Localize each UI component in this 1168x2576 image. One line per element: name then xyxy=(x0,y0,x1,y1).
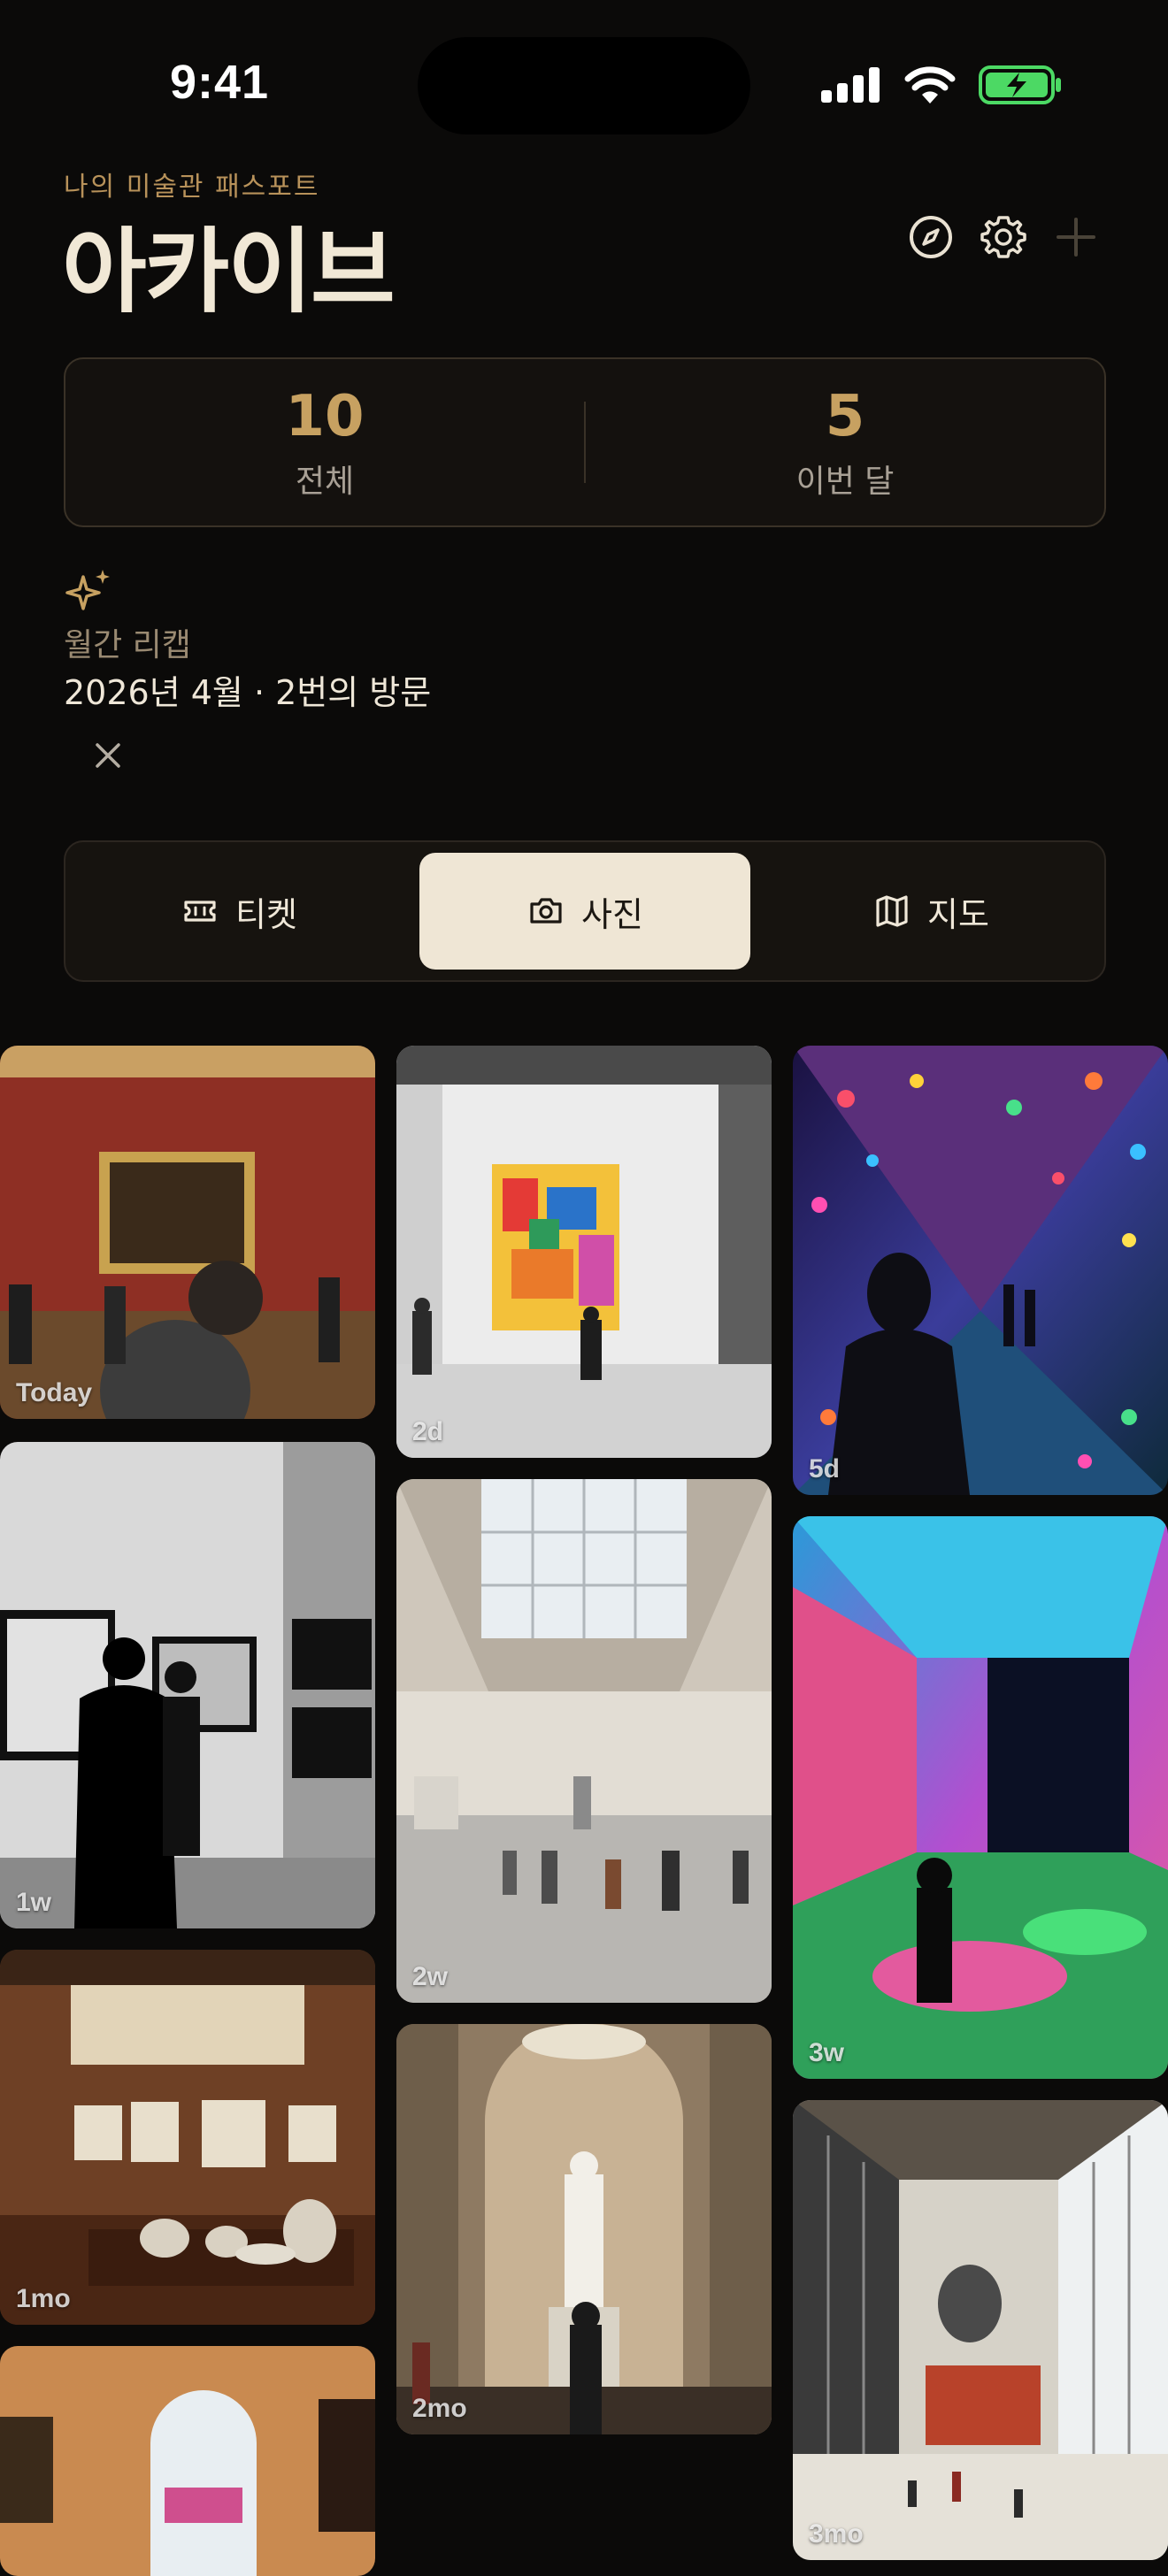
gallery-photo xyxy=(793,1046,1168,1495)
plus-icon[interactable] xyxy=(1053,214,1099,260)
photo-date-badge: 3w xyxy=(809,2038,845,2067)
gallery-photo xyxy=(0,1950,375,2325)
stat-this-month-value: 5 xyxy=(825,384,865,449)
photo-date-badge: 1w xyxy=(16,1888,52,1917)
header-actions xyxy=(908,214,1099,260)
dynamic-island xyxy=(418,37,750,134)
tab-tickets-label: 티켓 xyxy=(235,894,297,934)
tab-photos-label: 사진 xyxy=(581,894,643,934)
stat-total-value: 10 xyxy=(285,384,365,449)
photo-date-badge: 3mo xyxy=(809,2519,864,2549)
gallery-photo xyxy=(396,1046,772,1458)
close-icon[interactable] xyxy=(88,736,127,775)
signal-icon xyxy=(821,67,880,103)
photo-card[interactable]: 2d xyxy=(396,1046,772,1458)
gallery-photo xyxy=(0,1046,375,1419)
recap-title: 월간 리캡 xyxy=(64,627,191,663)
gallery-photo xyxy=(396,1479,772,2003)
photo-date-badge: 2d xyxy=(412,1417,444,1446)
photo-card[interactable]: 1w xyxy=(0,1442,375,1928)
view-segmented-control: 티켓 사진 지도 xyxy=(64,840,1106,982)
tab-map[interactable]: 지도 xyxy=(770,853,1092,970)
photo-card[interactable]: Today xyxy=(0,1046,375,1419)
photo-card[interactable]: 2mo xyxy=(396,2024,772,2434)
camera-icon xyxy=(530,898,562,924)
map-icon xyxy=(876,895,908,927)
wifi-icon xyxy=(904,66,956,104)
sparkles-icon xyxy=(65,570,110,610)
photo-card[interactable]: 5d xyxy=(793,1046,1168,1495)
recap-subtitle: 2026년 4월 · 2번의 방문 xyxy=(64,673,432,712)
stat-total-label: 전체 xyxy=(295,464,355,500)
photo-card[interactable]: 1mo xyxy=(0,1950,375,2325)
gallery-photo xyxy=(0,1442,375,1928)
gear-icon[interactable] xyxy=(980,214,1026,260)
photo-card[interactable]: 2w xyxy=(396,1479,772,2003)
gallery-photo xyxy=(396,2024,772,2434)
photo-date-badge: 5d xyxy=(809,1454,841,1484)
gallery-photo xyxy=(793,1516,1168,2079)
stat-total: 10 전체 xyxy=(65,359,584,525)
status-time: 9:41 xyxy=(170,56,270,109)
tab-map-label: 지도 xyxy=(927,894,989,934)
status-icons xyxy=(821,65,1062,104)
photo-date-badge: 2mo xyxy=(412,2394,467,2423)
photo-date-badge: 2w xyxy=(412,1962,449,1991)
photo-date-badge: 1mo xyxy=(16,2284,71,2313)
stat-this-month: 5 이번 달 xyxy=(586,359,1104,525)
photo-card[interactable]: 3mo xyxy=(793,2100,1168,2560)
gallery-photo xyxy=(793,2100,1168,2560)
compass-icon[interactable] xyxy=(908,214,954,260)
battery-icon xyxy=(979,65,1061,104)
photo-card[interactable] xyxy=(0,2346,375,2576)
tab-photos[interactable]: 사진 xyxy=(419,853,750,970)
photo-date-badge: Today xyxy=(16,1378,93,1407)
page-title: 아카이브 xyxy=(62,218,396,326)
photo-card[interactable]: 3w xyxy=(793,1516,1168,2079)
tab-tickets[interactable]: 티켓 xyxy=(78,853,400,970)
stats-card: 10 전체 5 이번 달 xyxy=(64,357,1106,527)
ticket-icon xyxy=(184,901,216,922)
gallery-photo xyxy=(0,2346,375,2576)
stat-this-month-label: 이번 달 xyxy=(795,464,895,500)
